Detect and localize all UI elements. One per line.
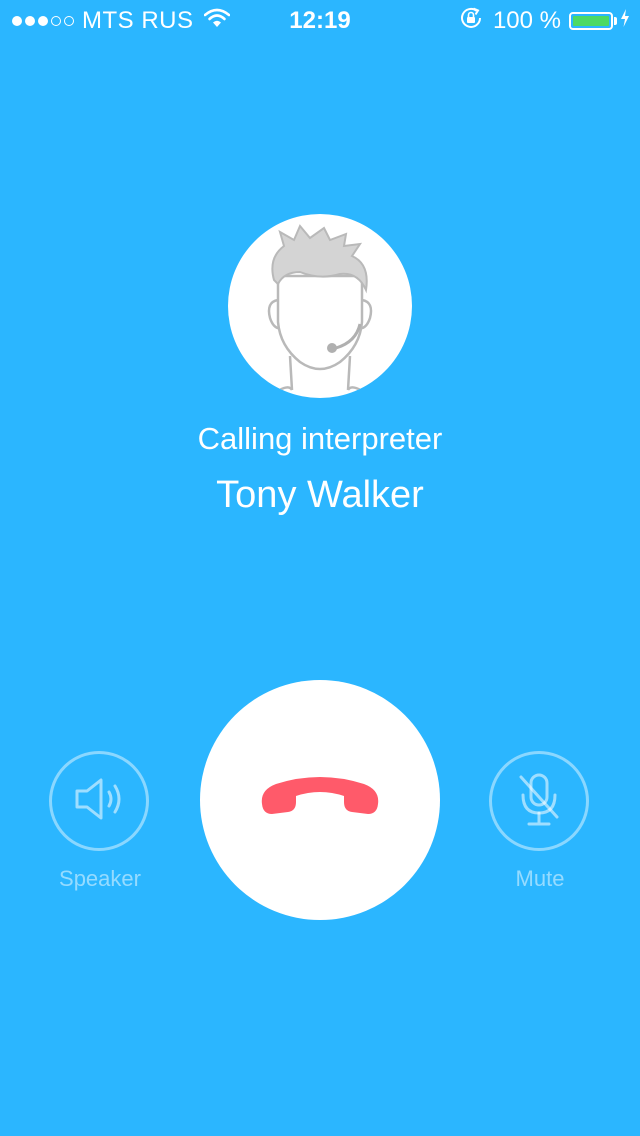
call-status-text: Calling interpreter [197, 421, 443, 456]
speaker-label: Speaker [59, 866, 141, 891]
mute-button[interactable] [489, 751, 589, 851]
contact-name: Tony Walker [216, 474, 424, 516]
hang-up-button[interactable] [200, 680, 440, 920]
mute-icon [515, 769, 563, 834]
battery-cap [614, 17, 617, 25]
battery-icon [569, 12, 613, 30]
mute-label: Mute [515, 866, 565, 891]
battery-fill [573, 16, 609, 26]
hang-up-icon [258, 774, 382, 827]
speaker-icon [71, 775, 127, 828]
status-right: 100 % [459, 6, 630, 36]
rotation-lock-icon [459, 6, 483, 37]
interpreter-avatar-icon [228, 214, 412, 398]
charging-icon [620, 7, 630, 35]
status-bar: MTS RUS 12:19 100 % [0, 0, 640, 40]
speaker-button[interactable] [49, 751, 149, 851]
battery-percent: 100 % [492, 7, 561, 34]
